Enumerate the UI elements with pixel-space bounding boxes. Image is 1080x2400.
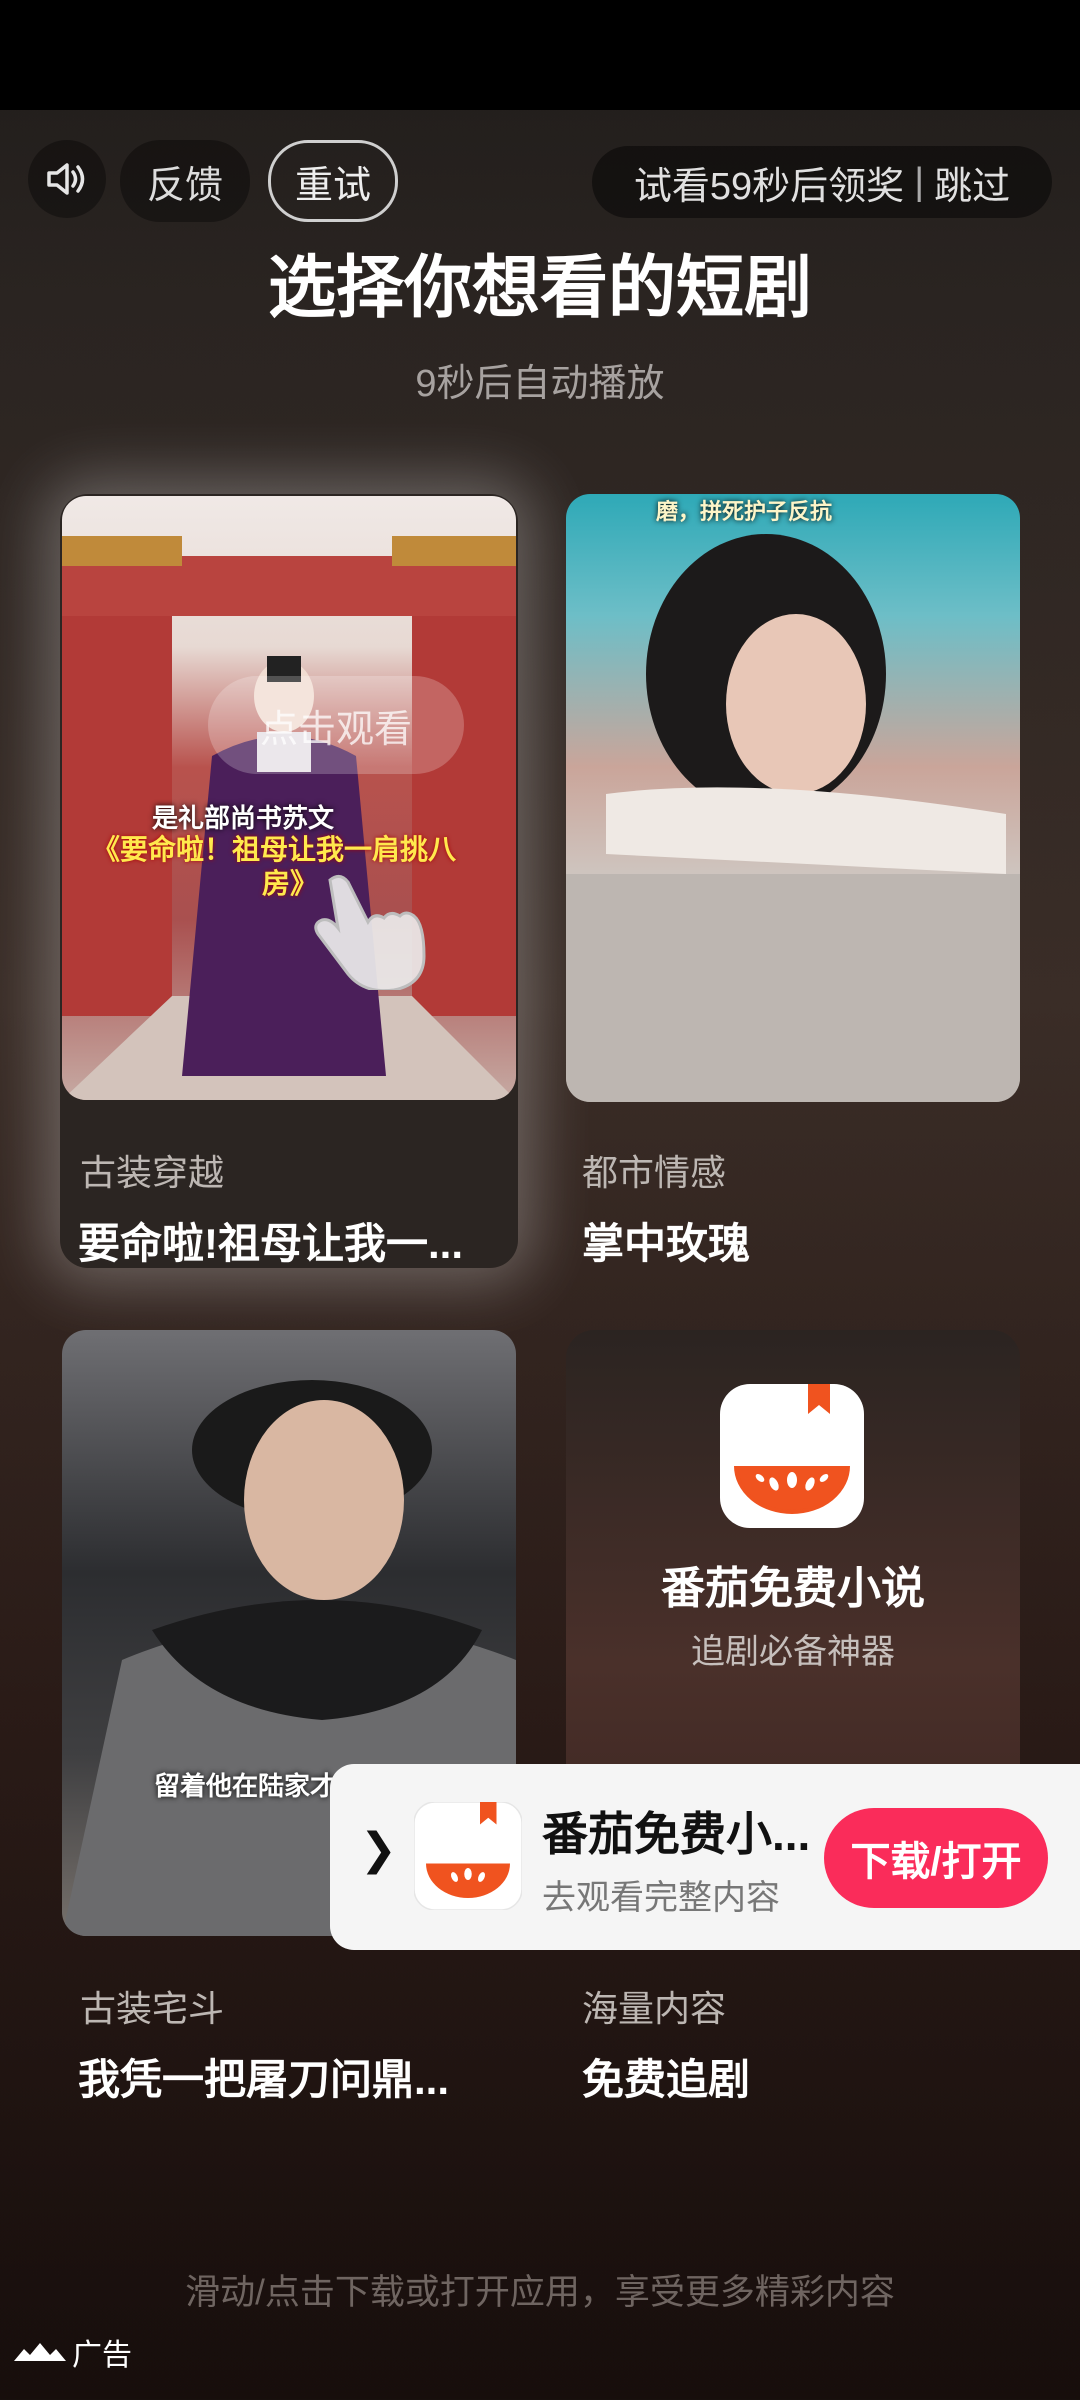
tomato-novel-logo-icon	[414, 1802, 522, 1910]
download-open-button[interactable]: 下载/打开	[824, 1808, 1048, 1908]
app-slogan: 追剧必备神器	[691, 1633, 895, 1671]
auto-play-countdown: 9秒后自动播放	[415, 363, 665, 405]
ad-label-text: 广告	[72, 2339, 132, 2372]
chevron-right-icon[interactable]: ❯	[360, 1824, 397, 1875]
page-title: 选择你想看的短剧	[267, 250, 812, 326]
tap-hand-icon	[314, 875, 426, 990]
download-banner[interactable]: ❯ 番茄免费小... 去观看完整内容 下载/打开	[330, 1764, 1080, 1950]
speaker-icon	[47, 163, 85, 195]
genre-label-4: 海量内容	[582, 1988, 727, 2029]
drama-thumbnail-2[interactable]: 磨，拼死护子反抗	[566, 494, 1020, 1102]
drama-title-4: 免费追剧	[582, 2056, 751, 2103]
ad-label: 广告	[14, 2330, 132, 2374]
status-bar	[0, 0, 1080, 110]
skip-button[interactable]: 跳过	[934, 155, 1010, 210]
drama-title-2: 掌中玫瑰	[582, 1220, 751, 1267]
drama-thumbnail-1[interactable]: 是礼部尚书苏文 《要命啦！祖母让我一肩挑八 房》	[62, 496, 516, 1100]
drama-title-1: 要命啦!祖母让我一...	[78, 1220, 463, 1267]
top-caption: 磨，拼死护子反抗	[656, 499, 833, 524]
click-to-watch-hint[interactable]: 点击观看	[208, 676, 464, 774]
sound-toggle-button[interactable]	[28, 140, 106, 218]
genre-label-2: 都市情感	[582, 1152, 727, 1193]
tomato-novel-logo-icon	[720, 1384, 864, 1528]
feedback-button[interactable]: 反馈	[120, 140, 250, 222]
ad-network-icon	[14, 2343, 66, 2361]
subtitle-caption: 留着他在陆家才	[154, 1771, 337, 1801]
banner-app-name: 番茄免费小...	[542, 1808, 811, 1860]
reward-countdown-pill: 试看59秒后领奖 | 跳过	[592, 146, 1052, 218]
genre-label-1: 古装穿越	[80, 1152, 225, 1193]
genre-label-3: 古装宅斗	[80, 1988, 225, 2029]
footer-hint: 滑动/点击下载或打开应用，享受更多精彩内容	[185, 2273, 895, 2312]
retry-button[interactable]: 重试	[268, 140, 398, 222]
separator: |	[914, 160, 925, 203]
drama-title-3: 我凭一把屠刀问鼎...	[78, 2056, 450, 2103]
reward-countdown-text: 试看59秒后领奖	[633, 165, 905, 208]
app-name: 番茄免费小说	[661, 1564, 925, 1613]
scene-photo	[566, 534, 1020, 1102]
banner-subtitle: 去观看完整内容	[542, 1879, 780, 1917]
